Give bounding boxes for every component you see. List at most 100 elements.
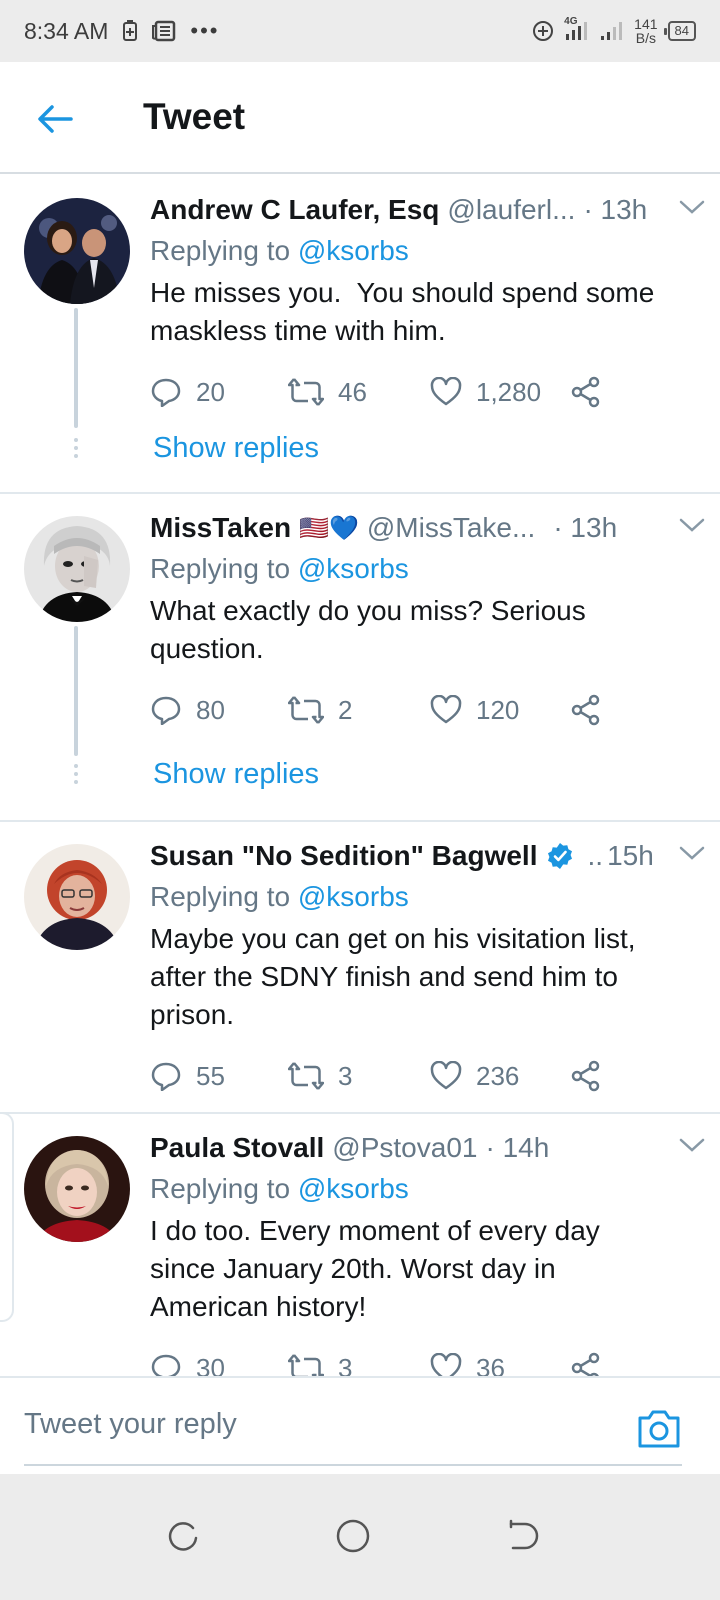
avatar[interactable] <box>24 1136 130 1242</box>
display-name[interactable]: Susan "No Sedition" Bagwell <box>150 840 538 872</box>
like-button[interactable]: 236 <box>430 1061 570 1092</box>
reply-button[interactable]: 20 <box>150 377 288 408</box>
reply-icon <box>151 1354 181 1376</box>
like-count: 1,280 <box>476 376 542 407</box>
replying-to: Replying to @ksorbs <box>150 550 695 588</box>
app-header: Tweet <box>0 62 720 174</box>
back-nav-button[interactable] <box>503 1516 543 1556</box>
mention-link[interactable]: @ksorbs <box>298 553 409 584</box>
news-icon <box>152 20 176 42</box>
avatar[interactable] <box>24 198 130 304</box>
retweet-icon <box>288 1062 324 1090</box>
reply-icon <box>151 696 181 725</box>
recent-apps-icon <box>168 1522 198 1551</box>
display-name[interactable]: Andrew C Laufer, Esq <box>150 194 439 226</box>
tweet-text-line: What exactly do you miss? Serious <box>150 595 586 626</box>
retweet-button[interactable]: 46 <box>288 377 430 408</box>
handle[interactable]: @lauferl... <box>447 194 575 226</box>
back-button[interactable] <box>34 98 76 140</box>
tweet-actions: 30 3 36 <box>150 1348 695 1376</box>
handle[interactable]: @Pstova01 <box>332 1132 477 1164</box>
mention-link[interactable]: @ksorbs <box>298 235 409 266</box>
tweet-item[interactable]: Susan "No Sedition" Bagwell .. 15h Reply… <box>0 822 720 1114</box>
share-icon <box>571 694 600 726</box>
reply-button[interactable]: 30 <box>150 1352 288 1377</box>
like-count: 120 <box>476 694 520 725</box>
reply-count: 20 <box>196 376 225 407</box>
thread-dots <box>74 764 78 788</box>
tweet-list: Andrew C Laufer, Esq @lauferl... · 13h R… <box>0 176 720 1376</box>
home-button[interactable] <box>333 1516 373 1556</box>
mention-link[interactable]: @ksorbs <box>298 1173 409 1204</box>
share-button[interactable] <box>570 1060 602 1092</box>
replying-prefix: Replying to <box>150 1173 291 1204</box>
edge-panel-handle[interactable] <box>0 1112 14 1322</box>
reply-count: 55 <box>196 1060 225 1091</box>
timestamp: · 13h <box>553 512 618 543</box>
thread-dots <box>74 438 78 462</box>
tweet-text-line: after the SDNY finish and send him to <box>150 961 618 992</box>
tweet-item[interactable]: Paula Stovall @Pstova01 · 14h Replying t… <box>0 1114 720 1376</box>
network-speed: 141 B/s <box>634 16 658 46</box>
verified-badge-icon <box>546 842 574 870</box>
display-name[interactable]: Paula Stovall <box>150 1132 324 1164</box>
thread-line <box>74 308 78 428</box>
reply-icon <box>151 378 181 407</box>
camera-button[interactable] <box>636 1408 682 1450</box>
like-button[interactable]: 36 <box>430 1353 570 1376</box>
replying-prefix: Replying to <box>150 553 291 584</box>
show-replies-link[interactable]: Show replies <box>153 432 319 465</box>
tweet-item[interactable]: MissTaken 🇺🇸 💙 @MissTake... · 13h Replyi… <box>0 494 720 822</box>
retweet-icon <box>288 1354 324 1376</box>
reply-button[interactable]: 55 <box>150 1061 288 1092</box>
reply-input-underline <box>24 1464 682 1466</box>
tweet-text-line: since January 20th. Worst day in <box>150 1253 556 1284</box>
retweet-icon <box>288 378 324 406</box>
avatar[interactable] <box>24 844 130 950</box>
tweet-item[interactable]: Andrew C Laufer, Esq @lauferl... · 13h R… <box>0 176 720 494</box>
display-name[interactable]: MissTaken <box>150 512 291 544</box>
chevron-down-icon[interactable] <box>678 1136 706 1154</box>
tweet-text-line: Maybe you can get on his visitation list… <box>150 923 636 954</box>
tweet-text: I do too. Every moment of every day sinc… <box>150 1212 695 1326</box>
tweet-text-line: question. <box>150 633 264 664</box>
more-notifications-icon: ••• <box>190 18 220 43</box>
replying-to: Replying to @ksorbs <box>150 1170 695 1208</box>
tweet-actions: 80 2 120 <box>150 690 695 730</box>
reply-input[interactable]: Tweet your reply <box>24 1408 584 1441</box>
status-time: 8:34 AM <box>24 17 109 44</box>
reply-button[interactable]: 80 <box>150 695 288 726</box>
tweet-text-line: American history! <box>150 1291 367 1322</box>
signal-icon <box>600 20 624 42</box>
like-button[interactable]: 120 <box>430 695 570 726</box>
reply-count: 30 <box>196 1352 225 1377</box>
retweet-button[interactable]: 3 <box>288 1353 430 1376</box>
tweet-actions: 55 3 236 <box>150 1056 695 1096</box>
battery-saver-icon <box>122 20 138 42</box>
reply-bar: Tweet your reply <box>0 1376 720 1474</box>
share-button[interactable] <box>570 1352 602 1376</box>
retweet-button[interactable]: 2 <box>288 695 430 726</box>
share-button[interactable] <box>570 694 602 726</box>
share-icon <box>571 1352 600 1376</box>
chevron-down-icon[interactable] <box>678 516 706 534</box>
retweet-button[interactable]: 3 <box>288 1061 430 1092</box>
tweet-text-line: He misses you. You should spend some <box>150 277 655 308</box>
recent-apps-button[interactable] <box>163 1516 203 1556</box>
tweet-text-line: prison. <box>150 999 235 1030</box>
mention-link[interactable]: @ksorbs <box>298 881 409 912</box>
thread-line <box>74 626 78 756</box>
avatar[interactable] <box>24 516 130 622</box>
chevron-down-icon[interactable] <box>678 844 706 862</box>
battery-icon: 84 <box>663 21 696 41</box>
heart-icon <box>430 1353 462 1376</box>
like-button[interactable]: 1,280 <box>430 377 570 408</box>
replying-to: Replying to @ksorbs <box>150 232 695 270</box>
retweet-count: 3 <box>338 1060 353 1091</box>
timestamp: · 13h <box>583 194 648 225</box>
chevron-down-icon[interactable] <box>678 198 706 216</box>
show-replies-link[interactable]: Show replies <box>153 758 319 791</box>
handle[interactable]: .. <box>588 840 604 872</box>
handle[interactable]: @MissTake... <box>367 512 535 544</box>
share-button[interactable] <box>570 376 602 408</box>
